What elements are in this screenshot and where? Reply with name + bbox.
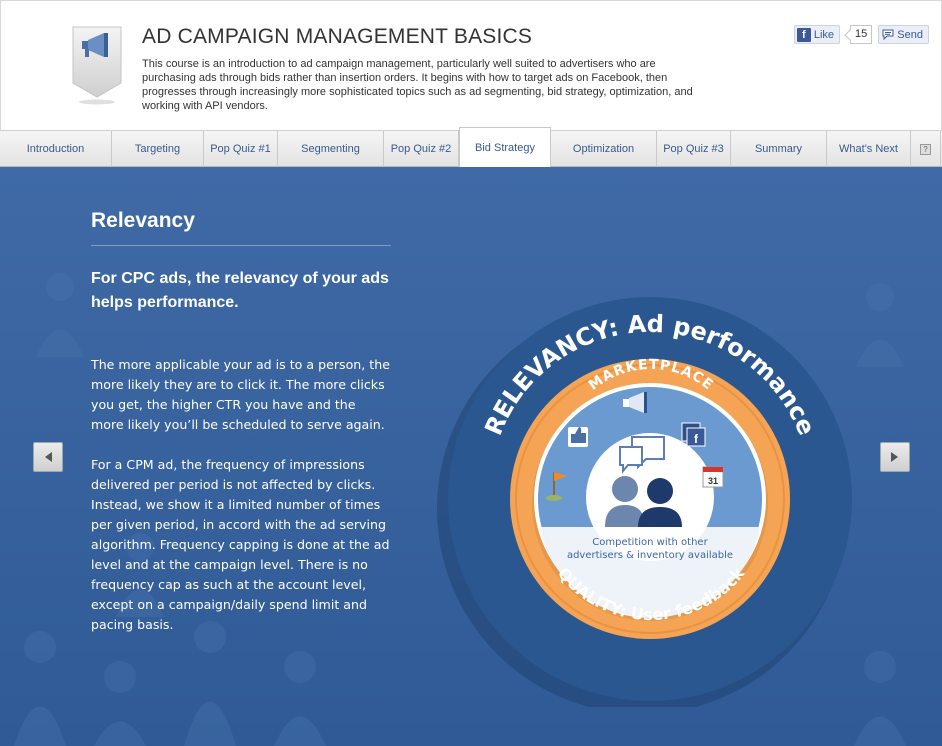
like-count: 15 bbox=[850, 25, 873, 44]
tab-segmenting[interactable]: Segmenting bbox=[278, 131, 384, 167]
thumbs-up-icon bbox=[568, 427, 588, 447]
send-label: Send bbox=[897, 28, 923, 41]
speech-bubble-icon bbox=[882, 29, 894, 40]
svg-text:31: 31 bbox=[708, 476, 718, 486]
facebook-like-button[interactable]: f Like bbox=[793, 25, 841, 44]
social-buttons: f Like 15 Send bbox=[793, 25, 929, 44]
help-icon: ? bbox=[920, 143, 931, 155]
tab-targeting[interactable]: Targeting bbox=[112, 131, 204, 167]
lesson-subtitle: For CPC ads, the relevancy of your ads h… bbox=[91, 270, 389, 311]
like-label: Like bbox=[813, 28, 835, 41]
tab-pop-quiz-2[interactable]: Pop Quiz #2 bbox=[384, 131, 459, 167]
marketplace-caption-line-2: advertisers & inventory available bbox=[567, 550, 733, 561]
lesson-paragraph-1: The more applicable your ad is to a pers… bbox=[91, 357, 390, 432]
facebook-send-button[interactable]: Send bbox=[878, 25, 929, 44]
facebook-icon: f bbox=[796, 27, 811, 42]
tab-bid-strategy[interactable]: Bid Strategy bbox=[459, 127, 551, 167]
arrow-left-icon bbox=[45, 452, 52, 462]
next-button[interactable] bbox=[880, 442, 910, 472]
tab-pop-quiz-3[interactable]: Pop Quiz #3 bbox=[657, 131, 731, 167]
course-tabs: Introduction Targeting Pop Quiz #1 Segme… bbox=[0, 127, 942, 167]
calendar-icon: 31 bbox=[702, 466, 724, 488]
course-header: AD CAMPAIGN MANAGEMENT BASICS This cours… bbox=[0, 0, 942, 130]
lesson-title: Relevancy bbox=[91, 209, 391, 246]
help-button[interactable]: ? bbox=[911, 131, 941, 167]
previous-button[interactable] bbox=[33, 442, 63, 472]
arrow-right-icon bbox=[891, 452, 898, 462]
tab-whats-next[interactable]: What's Next bbox=[827, 131, 911, 167]
tab-pop-quiz-1[interactable]: Pop Quiz #1 bbox=[204, 131, 278, 167]
tab-summary[interactable]: Summary bbox=[731, 131, 827, 167]
tab-optimization[interactable]: Optimization bbox=[551, 131, 657, 167]
lesson-content: Relevancy For CPC ads, the relevancy of … bbox=[91, 209, 391, 635]
course-description: This course is an introduction to ad cam… bbox=[142, 58, 693, 112]
marketplace-caption-line-1: Competition with other bbox=[592, 537, 708, 548]
course-title: AD CAMPAIGN MANAGEMENT BASICS bbox=[142, 25, 533, 48]
lesson-panel: Relevancy For CPC ads, the relevancy of … bbox=[0, 167, 942, 746]
megaphone-icon bbox=[72, 26, 122, 105]
lesson-paragraph-2: For a CPM ad, the frequency of impressio… bbox=[91, 457, 390, 632]
relevancy-diagram: f 31 RELEVANCY: Ad performance MARKETPLA… bbox=[437, 297, 852, 707]
tab-introduction[interactable]: Introduction bbox=[0, 131, 112, 167]
